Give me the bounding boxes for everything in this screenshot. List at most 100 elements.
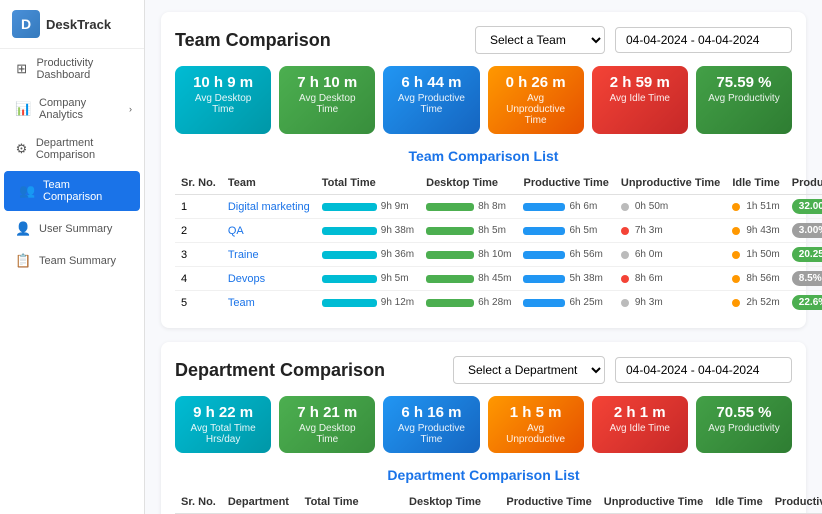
dept-stat-total: 9 h 22 m Avg Total Time Hrs/day <box>175 396 271 453</box>
stat-value: 7 h 21 m <box>291 404 363 421</box>
sidebar-item-label: Company Analytics <box>39 97 121 121</box>
stat-label: Avg Productive Time <box>395 423 467 445</box>
logo-text: DeskTrack <box>46 17 111 32</box>
col-header-team: Team <box>222 172 316 195</box>
productivity-badge: 3.00% <box>792 223 822 238</box>
sidebar: D DeskTrack ⊞ Productivity Dashboard 📊 C… <box>0 0 145 514</box>
sidebar-item-productivity[interactable]: ⊞ Productivity Dashboard <box>0 49 144 89</box>
team-comparison-table: Sr. No. Team Total Time Desktop Time Pro… <box>175 172 822 314</box>
team-date-range[interactable] <box>615 27 792 53</box>
dept-stat-productivity: 70.55 % Avg Productivity <box>696 396 792 453</box>
cell-team[interactable]: Team <box>222 291 316 315</box>
table-row: 4 Devops 9h 5m 8h 45m 5h 38m 8h 6m 8h 56… <box>175 267 822 291</box>
user-icon: 👤 <box>15 221 31 237</box>
cell-team[interactable]: QA <box>222 219 316 243</box>
cell-srno: 3 <box>175 243 222 267</box>
stat-label: Avg Productive Time <box>395 93 467 115</box>
cell-team[interactable]: Devops <box>222 267 316 291</box>
team-stat-unproductive: 0 h 26 m Avg Unproductive Time <box>488 66 584 134</box>
team-stat-productive: 6 h 44 m Avg Productive Time <box>383 66 479 134</box>
cell-productivity: 22.6% <box>786 291 822 315</box>
main-content: Team Comparison Select a Team 10 h 9 m A… <box>145 0 822 514</box>
cell-total: 9h 9m <box>316 195 420 219</box>
dept-select[interactable]: Select a Department <box>453 356 605 384</box>
sidebar-item-department[interactable]: ⚙ Department Comparison <box>0 129 144 169</box>
team-link[interactable]: Digital marketing <box>228 201 310 213</box>
team-comparison-section: Team Comparison Select a Team 10 h 9 m A… <box>161 12 806 328</box>
cell-unproductive: 6h 0m <box>615 243 726 267</box>
sidebar-item-label: Team Comparison <box>43 179 128 203</box>
stat-value: 6 h 44 m <box>395 74 467 91</box>
cell-total: 9h 12m <box>316 291 420 315</box>
team-section-header: Team Comparison Select a Team <box>175 26 792 54</box>
cell-unproductive: 9h 3m <box>615 291 726 315</box>
team-link[interactable]: Traine <box>228 249 259 261</box>
dept-section-header: Department Comparison Select a Departmen… <box>175 356 792 384</box>
sidebar-item-team[interactable]: 👥 Team Comparison <box>4 171 140 211</box>
chevron-right-icon: › <box>129 104 132 114</box>
cell-total: 9h 38m <box>316 219 420 243</box>
stat-label: Avg Idle Time <box>604 93 676 104</box>
team-section-title: Team Comparison <box>175 30 465 51</box>
col-header-dept: Department <box>222 491 299 514</box>
cell-productive: 6h 25m <box>517 291 614 315</box>
team-select[interactable]: Select a Team <box>475 26 605 54</box>
productivity-badge: 20.25% <box>792 247 822 262</box>
table-row: 3 Traine 9h 36m 8h 10m 6h 56m 6h 0m 1h 5… <box>175 243 822 267</box>
col-header-productive: Productive Time <box>500 491 597 514</box>
team-link[interactable]: QA <box>228 225 244 237</box>
team-stat-productivity: 75.59 % Avg Productivity <box>696 66 792 134</box>
cell-desktop: 8h 8m <box>420 195 517 219</box>
col-header-productive: Productive Time <box>517 172 614 195</box>
dept-stat-desktop: 7 h 21 m Avg Desktop Time <box>279 396 375 453</box>
sidebar-item-user-summary[interactable]: 👤 User Summary <box>0 213 144 245</box>
cell-srno: 2 <box>175 219 222 243</box>
sidebar-item-label: Productivity Dashboard <box>36 57 132 81</box>
col-header-desktop: Desktop Time <box>420 172 517 195</box>
dept-stat-idle: 2 h 1 m Avg Idle Time <box>592 396 688 453</box>
productivity-badge: 22.6% <box>792 295 822 310</box>
sidebar-item-company[interactable]: 📊 Company Analytics › <box>0 89 144 129</box>
sidebar-item-label: Team Summary <box>39 255 116 267</box>
cell-idle: 2h 52m <box>726 291 785 315</box>
cell-team[interactable]: Digital marketing <box>222 195 316 219</box>
idle-dot <box>732 251 740 259</box>
cell-idle: 1h 51m <box>726 195 785 219</box>
col-header-idle: Idle Time <box>709 491 768 514</box>
unproductive-dot <box>621 251 629 259</box>
stat-label: Avg Total Time Hrs/day <box>187 423 259 445</box>
col-header-unproductive: Unproductive Time <box>615 172 726 195</box>
stat-value: 9 h 22 m <box>187 404 259 421</box>
unproductive-dot <box>621 203 629 211</box>
cell-unproductive: 7h 3m <box>615 219 726 243</box>
col-header-desktop: Desktop Time <box>403 491 500 514</box>
team-link[interactable]: Devops <box>228 273 265 285</box>
cell-desktop: 8h 10m <box>420 243 517 267</box>
stat-label: Avg Unproductive Time <box>500 93 572 126</box>
cell-productive: 6h 5m <box>517 219 614 243</box>
cell-productive: 6h 56m <box>517 243 614 267</box>
cell-srno: 5 <box>175 291 222 315</box>
stat-value: 7 h 10 m <box>291 74 363 91</box>
productivity-badge: 8.5% <box>792 271 822 286</box>
sidebar-item-label: Department Comparison <box>36 137 132 161</box>
productivity-badge: 32.00% <box>792 199 822 214</box>
stat-value: 2 h 59 m <box>604 74 676 91</box>
company-icon: 📊 <box>15 101 31 117</box>
department-comparison-section: Department Comparison Select a Departmen… <box>161 342 806 514</box>
team-stat-idle: 2 h 59 m Avg Idle Time <box>592 66 688 134</box>
cell-productivity: 3.00% <box>786 219 822 243</box>
logo: D DeskTrack <box>0 0 144 49</box>
col-header-productivity: Productivity <box>786 172 822 195</box>
stat-value: 70.55 % <box>708 404 780 421</box>
sidebar-item-team-summary[interactable]: 📋 Team Summary <box>0 245 144 277</box>
dept-stat-unproductive: 1 h 5 m Avg Unproductive <box>488 396 584 453</box>
team-link[interactable]: Team <box>228 297 255 309</box>
dept-date-range[interactable] <box>615 357 792 383</box>
cell-unproductive: 8h 6m <box>615 267 726 291</box>
col-header-total: Total Time <box>316 172 420 195</box>
cell-srno: 1 <box>175 195 222 219</box>
department-icon: ⚙ <box>15 141 28 157</box>
cell-productive: 6h 6m <box>517 195 614 219</box>
cell-team[interactable]: Traine <box>222 243 316 267</box>
